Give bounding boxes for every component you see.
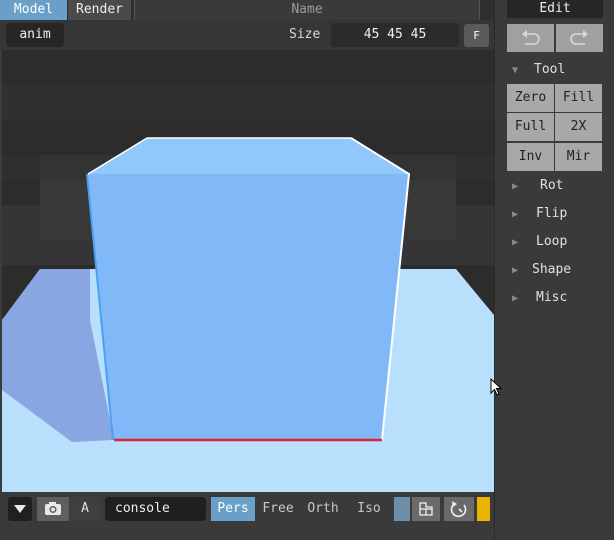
rotate-button[interactable] <box>444 497 474 521</box>
triangle-down-icon: ▼ <box>512 65 519 76</box>
section-rot[interactable]: ▶ Rot <box>512 176 602 196</box>
color-swatch-blue[interactable] <box>394 497 410 521</box>
tool-2x-button[interactable]: 2X <box>555 113 602 141</box>
triangle-right-icon: ▶ <box>512 293 519 304</box>
section-shape-label: Shape <box>532 262 572 277</box>
tool-zero-button[interactable]: Zero <box>507 84 554 112</box>
tool-full-button[interactable]: Full <box>507 113 554 141</box>
tab-model[interactable]: Model <box>0 0 67 20</box>
camera-button[interactable] <box>37 497 69 521</box>
section-misc-label: Misc <box>536 290 568 305</box>
projection-pers-button[interactable]: Pers <box>211 497 255 521</box>
section-loop[interactable]: ▶ Loop <box>512 232 602 252</box>
viewport-scene <box>2 50 494 492</box>
camera-icon <box>45 502 61 515</box>
grid-button[interactable] <box>412 497 440 521</box>
name-input[interactable]: Name <box>134 0 480 20</box>
rotate-icon <box>450 501 467 518</box>
edit-button[interactable]: Edit <box>507 0 603 18</box>
section-loop-label: Loop <box>536 234 568 249</box>
a-button[interactable]: A <box>70 497 100 521</box>
color-swatch-yellow[interactable] <box>477 497 490 521</box>
mouse-cursor-icon <box>490 378 503 396</box>
undo-icon <box>522 30 540 45</box>
console-input[interactable]: console <box>105 497 206 521</box>
triangle-right-icon: ▶ <box>512 265 519 276</box>
tool-fill-button[interactable]: Fill <box>555 84 602 112</box>
tab-render[interactable]: Render <box>68 0 131 20</box>
section-rot-label: Rot <box>540 178 564 193</box>
menu-button[interactable] <box>8 497 32 521</box>
size-input[interactable]: 45 45 45 <box>331 23 459 47</box>
section-misc[interactable]: ▶ Misc <box>512 288 602 308</box>
tool-inv-button[interactable]: Inv <box>507 143 554 171</box>
cube-front-face <box>88 174 409 440</box>
redo-button[interactable] <box>556 24 603 52</box>
section-tool-label: Tool <box>534 62 566 77</box>
anim-button[interactable]: anim <box>6 23 64 47</box>
section-flip-label: Flip <box>536 206 568 221</box>
triangle-right-icon: ▶ <box>512 181 519 192</box>
f-button[interactable]: F <box>464 24 489 47</box>
triangle-right-icon: ▶ <box>512 237 519 248</box>
size-label: Size <box>289 27 321 42</box>
redo-icon <box>570 30 588 45</box>
triangle-right-icon: ▶ <box>512 209 519 220</box>
chevron-down-icon <box>14 505 26 513</box>
projection-iso-button[interactable]: Iso <box>347 497 391 521</box>
projection-orth-button[interactable]: Orth <box>301 497 345 521</box>
grid-icon <box>419 502 433 516</box>
section-flip[interactable]: ▶ Flip <box>512 204 602 224</box>
projection-free-button[interactable]: Free <box>256 497 300 521</box>
3d-viewport[interactable] <box>2 50 494 492</box>
tool-mir-button[interactable]: Mir <box>555 143 602 171</box>
undo-button[interactable] <box>507 24 554 52</box>
section-tool[interactable]: ▼ Tool <box>512 60 602 80</box>
section-shape[interactable]: ▶ Shape <box>512 260 602 280</box>
